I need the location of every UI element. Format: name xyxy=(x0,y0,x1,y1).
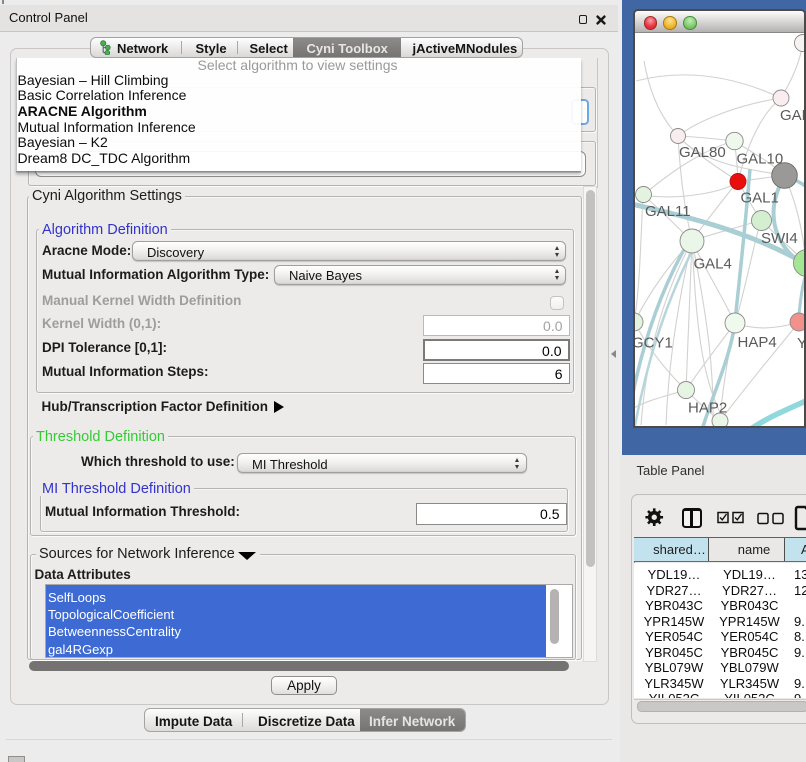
svg-text:GAL2: GAL2 xyxy=(780,107,804,124)
svg-text:GCY1: GCY1 xyxy=(635,335,673,352)
svg-text:GAL80: GAL80 xyxy=(679,144,726,161)
svg-text:YJ: YJ xyxy=(797,335,804,352)
svg-text:GAL1: GAL1 xyxy=(741,190,779,207)
svg-text:GAL11: GAL11 xyxy=(645,203,691,220)
svg-text:HAP2: HAP2 xyxy=(688,400,727,417)
svg-text:HAP4: HAP4 xyxy=(738,334,777,351)
svg-text:SWI4: SWI4 xyxy=(761,230,798,247)
svg-text:GAL4: GAL4 xyxy=(694,256,732,273)
svg-text:GAL10: GAL10 xyxy=(737,151,784,168)
